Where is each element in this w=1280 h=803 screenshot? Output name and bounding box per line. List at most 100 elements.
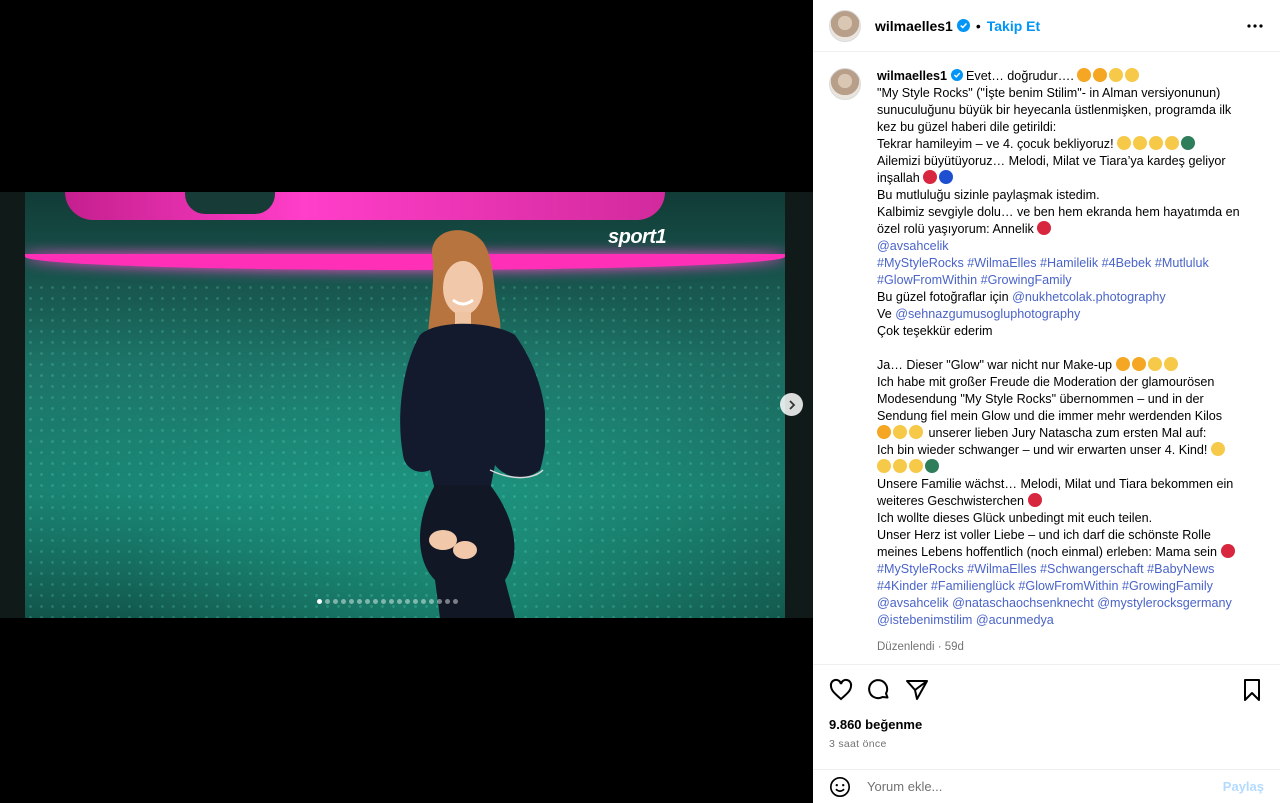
caption-text: wilmaelles1 Evet… doğrudur…. "My Style R… [877,68,1257,656]
emoji-icon [1093,68,1108,82]
verified-badge-icon [950,69,963,81]
pagination-dot[interactable] [437,599,442,604]
pagination-dot[interactable] [389,599,394,604]
caption-line: Modesendung "My Style Rocks" übernommen … [877,391,1257,408]
caption-text-run: Sendung fiel mein Glow und die immer meh… [877,409,1223,423]
caption-mention-link[interactable]: @sehnazgumusogluphotography [895,307,1080,321]
header-separator: • [975,17,981,34]
emoji-icon [1117,136,1132,150]
emoji-icon [1133,136,1148,150]
pagination-dot[interactable] [413,599,418,604]
caption-line [877,340,1257,357]
emoji-icon [893,425,907,439]
caption-text-run: özel rolü yaşıyorum: Annelik [877,222,1034,236]
sport1-watermark: sport1 [608,226,667,248]
slide-edge-left [0,192,25,618]
caption-line: Çok teşekkür ederim [877,323,1257,340]
caption-line [877,459,1257,476]
pagination-dot[interactable] [445,599,450,604]
pagination-dot[interactable] [357,599,362,604]
like-count[interactable]: 9.860 beğenme [829,717,922,732]
comment-input[interactable] [865,778,1223,795]
post-comment-button[interactable]: Paylaş [1223,779,1264,794]
more-options-icon[interactable] [1246,17,1264,35]
pagination-dot[interactable] [325,599,330,604]
caption-text-run: Ich bin wieder schwanger – und wir erwar… [877,443,1208,457]
emoji-icon [893,459,907,473]
avatar[interactable] [829,9,861,42]
pagination-dot[interactable] [397,599,402,604]
caption-line: Ailemizi büyütüyoruz… Melodi, Milat ve T… [877,153,1257,170]
caption-text-run: Çok teşekkür ederim [877,324,993,338]
pagination-dot[interactable] [373,599,378,604]
follow-button[interactable]: Takip Et [987,18,1040,34]
caption-link[interactable]: #4Kinder #Familienglück #GlowFromWithin … [877,579,1213,593]
emoji-icon [1115,357,1130,371]
caption-line: #MyStyleRocks #WilmaElles #Schwangerscha… [877,561,1257,578]
caption-line: meines Lebens hoffentlich (noch einmal) … [877,544,1257,561]
carousel-slide[interactable]: sport1 [0,192,813,618]
share-send-icon[interactable] [905,678,929,702]
caption-text-run: Bu mutluluğu sizinle paylaşmak istedim. [877,188,1100,202]
pagination-dot[interactable] [421,599,426,604]
pagination-dot[interactable] [349,599,354,604]
emoji-icon [909,459,923,473]
caption-text-run: Ve [877,307,896,321]
caption-line: Sendung fiel mein Glow und die immer meh… [877,408,1257,425]
caption-line: inşallah [877,170,1257,187]
pagination-dot[interactable] [365,599,370,604]
post-time: 3 saat önce [829,738,887,750]
pagination-dot[interactable] [429,599,434,604]
emoji-icon [1037,221,1052,235]
pagination-dot[interactable] [453,599,458,604]
comment-icon[interactable] [867,678,891,702]
emoji-icon [1181,136,1196,150]
caption-line: özel rolü yaşıyorum: Annelik [877,221,1257,238]
caption-link[interactable]: #GlowFromWithin #GrowingFamily [877,273,1072,287]
caption-line: "My Style Rocks" ("İşte benim Stilim"- i… [877,85,1257,102]
caption-link[interactable]: @istebenimstilim @acunmedya [877,613,1054,627]
pagination-dot[interactable] [317,599,322,604]
next-slide-button[interactable] [780,393,803,416]
caption-line: sunuculuğunu büyük bir heyecanla üstlenm… [877,102,1257,119]
pagination-dot[interactable] [341,599,346,604]
caption-line: Bu mutluluğu sizinle paylaşmak istedim. [877,187,1257,204]
caption-link[interactable]: #MyStyleRocks #WilmaElles #Schwangerscha… [877,562,1214,576]
caption-line: Ich bin wieder schwanger – und wir erwar… [877,442,1257,459]
caption-text-run: sunuculuğunu büyük bir heyecanla üstlenm… [877,103,1232,117]
caption-text-run: unserer lieben Jury Natascha zum ersten … [925,426,1207,440]
caption-line: @avsahcelik @nataschaochsenknecht @mysty… [877,595,1257,612]
caption-section: wilmaelles1 Evet… doğrudur…. "My Style R… [813,52,1280,665]
post-photo[interactable]: sport1 [25,192,785,618]
chevron-right-icon [788,399,795,410]
caption-link[interactable]: @avsahcelik [877,239,949,253]
emoji-icon [923,170,938,184]
caption-username[interactable]: wilmaelles1 [877,69,947,83]
emoji-icon[interactable] [829,776,851,798]
like-heart-icon[interactable] [829,678,853,702]
avatar[interactable] [829,68,861,100]
emoji-icon [925,459,939,473]
emoji-icon [939,170,954,184]
caption-line: kez bu güzel haberi dile getirildi: [877,119,1257,136]
caption-line: Bu güzel fotoğraflar için @nukhetcolak.p… [877,289,1257,306]
caption-line: Ve @sehnazgumusogluphotography [877,306,1257,323]
emoji-icon [1163,357,1178,371]
emoji-icon [877,459,891,473]
caption-text-run: Modesendung "My Style Rocks" übernommen … [877,392,1204,406]
caption-text-run: Ailemizi büyütüyoruz… Melodi, Milat ve T… [877,154,1226,168]
caption-mention-link[interactable]: @nukhetcolak.photography [1012,290,1166,304]
header-username[interactable]: wilmaelles1 [875,18,953,34]
media-viewer: sport1 [0,0,813,803]
caption-line: #MyStyleRocks #WilmaElles #Hamilelik #4B… [877,255,1257,272]
caption-link[interactable]: @avsahcelik @nataschaochsenknecht @mysty… [877,596,1232,610]
caption-line: @avsahcelik [877,238,1257,255]
caption-link[interactable]: #MyStyleRocks #WilmaElles #Hamilelik #4B… [877,256,1209,270]
comment-bar: Paylaş [813,769,1280,803]
carousel-pagination [317,599,458,604]
pagination-dot[interactable] [405,599,410,604]
pagination-dot[interactable] [381,599,386,604]
pagination-dot[interactable] [333,599,338,604]
save-bookmark-icon[interactable] [1240,678,1264,702]
caption-text-run: Ja… Dieser "Glow" war nicht nur Make-up [877,358,1113,372]
